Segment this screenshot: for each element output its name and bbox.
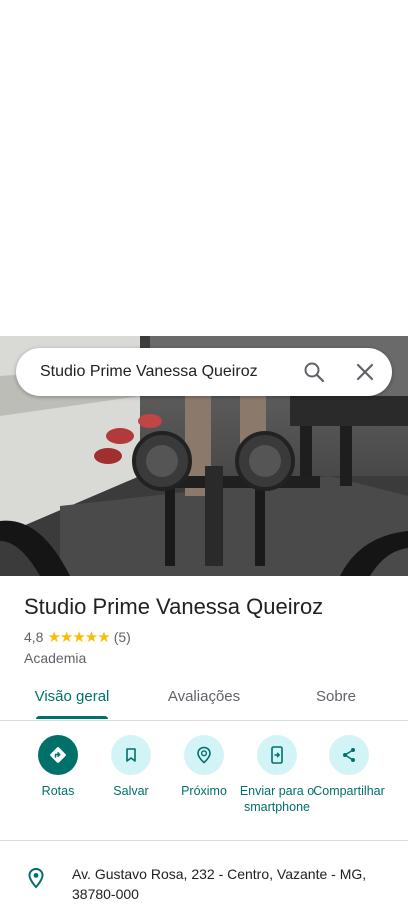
star-rating-icon: ★★★★★ [47, 629, 110, 646]
send-to-phone-icon [257, 735, 297, 775]
nearby-label: Próximo [181, 784, 227, 798]
location-pin-icon [24, 866, 48, 890]
search-icon[interactable] [302, 360, 326, 384]
search-query[interactable]: Studio Prime Vanessa Queiroz [40, 348, 258, 396]
address-text[interactable]: Av. Gustavo Rosa, 232 - Centro, Vazante … [72, 864, 382, 904]
save-button[interactable]: Salvar [93, 734, 169, 799]
share-icon [329, 735, 369, 775]
tab-about[interactable]: Sobre [308, 676, 364, 720]
save-label: Salvar [113, 784, 149, 798]
tab-overview[interactable]: Visão geral [32, 676, 112, 720]
tab-bar: Visão geral Avaliações Sobre [0, 676, 408, 721]
send-to-phone-button[interactable]: Enviar para o smartphone [239, 734, 315, 815]
place-category[interactable]: Academia [24, 650, 86, 666]
action-row: Rotas Salvar Próximo Enviar para o smart… [0, 734, 408, 840]
directions-label: Rotas [41, 784, 75, 798]
rating-row[interactable]: 4,8 ★★★★★ (5) [24, 628, 131, 646]
place-title: Studio Prime Vanessa Queiroz [24, 594, 324, 619]
bookmark-icon [111, 735, 151, 775]
close-icon[interactable] [353, 360, 377, 384]
nearby-icon [184, 735, 224, 775]
rating-value: 4,8 [24, 629, 44, 645]
empty-map-area [0, 0, 408, 336]
directions-icon [38, 735, 78, 775]
share-button[interactable]: Compartilhar [311, 734, 387, 799]
review-count: (5) [113, 629, 131, 645]
active-tab-indicator [36, 716, 108, 719]
nearby-button[interactable]: Próximo [166, 734, 242, 799]
share-label: Compartilhar [313, 784, 385, 798]
tab-reviews[interactable]: Avaliações [162, 676, 246, 720]
search-bar[interactable]: Studio Prime Vanessa Queiroz [16, 348, 392, 396]
section-divider [0, 840, 408, 841]
send-to-phone-label: Enviar para o smartphone [239, 784, 315, 814]
directions-button[interactable]: Rotas [20, 734, 96, 799]
